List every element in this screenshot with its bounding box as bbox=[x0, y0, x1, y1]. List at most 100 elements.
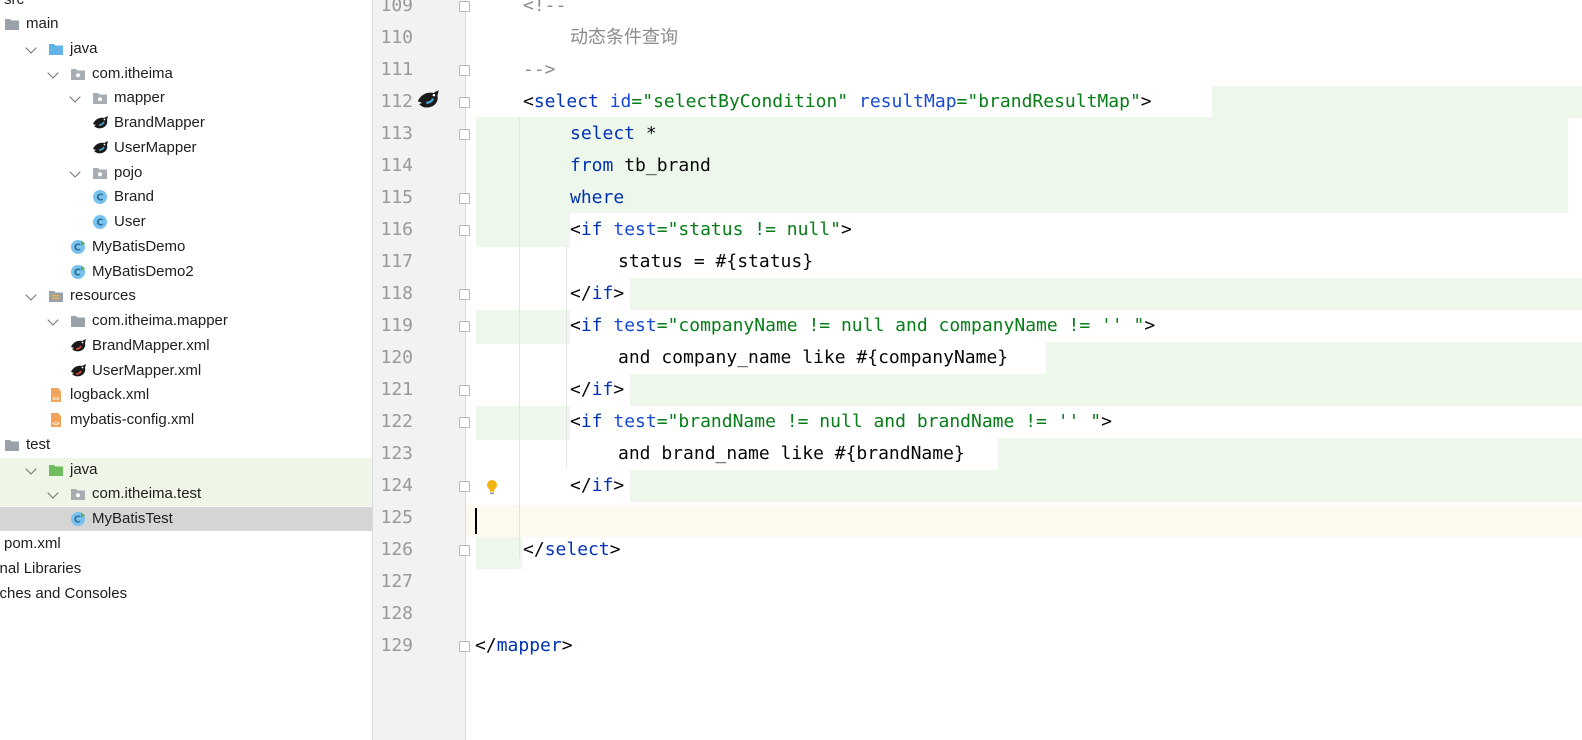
mybatis-bird-icon[interactable] bbox=[416, 89, 441, 118]
fold-marker-icon[interactable] bbox=[459, 129, 470, 140]
code-token: if bbox=[580, 411, 603, 432]
tree-item[interactable]: ternal Libraries bbox=[0, 557, 372, 581]
code-line[interactable]: </if> bbox=[570, 278, 624, 310]
code-line[interactable]: <if test="status != null"> bbox=[570, 214, 852, 246]
tree-item[interactable]: pom.xml bbox=[0, 532, 372, 556]
fold-marker-icon[interactable] bbox=[459, 481, 470, 492]
line-number: 122 bbox=[380, 411, 413, 432]
change-highlight bbox=[476, 310, 570, 344]
tree-item-label: User bbox=[114, 213, 146, 230]
tree-item[interactable]: mapper bbox=[0, 86, 372, 110]
fold-marker-icon[interactable] bbox=[459, 321, 470, 332]
code-line[interactable]: </select> bbox=[523, 534, 621, 566]
tree-item[interactable]: C MyBatisDemo bbox=[0, 235, 372, 259]
tree-item[interactable]: resources bbox=[0, 284, 372, 308]
tree-item[interactable]: C MyBatisTest bbox=[0, 507, 372, 531]
line-number: 125 bbox=[380, 507, 413, 528]
code-line[interactable]: </if> bbox=[570, 470, 624, 502]
chevron-down-icon[interactable] bbox=[25, 463, 37, 475]
change-highlight bbox=[476, 406, 570, 440]
tree-item[interactable]: BrandMapper.xml bbox=[0, 334, 372, 358]
fold-marker-icon[interactable] bbox=[459, 641, 470, 652]
fold-marker-icon[interactable] bbox=[459, 65, 470, 76]
line-number: 112 bbox=[380, 91, 413, 112]
chevron-down-icon[interactable] bbox=[69, 166, 81, 178]
tree-item[interactable]: UserMapper.xml bbox=[0, 359, 372, 383]
code-token: mapper bbox=[496, 635, 562, 656]
chevron-down-icon[interactable] bbox=[47, 67, 59, 79]
fold-marker-icon[interactable] bbox=[459, 193, 470, 204]
line-number: 127 bbox=[380, 571, 413, 592]
tree-item[interactable]: java bbox=[0, 37, 372, 61]
code-token: ="selectByCondition" bbox=[631, 91, 849, 112]
tree-item[interactable]: src bbox=[0, 0, 372, 12]
class-run-icon: C bbox=[70, 239, 86, 255]
fold-marker-icon[interactable] bbox=[459, 289, 470, 300]
code-token: < bbox=[570, 315, 581, 336]
code-line[interactable]: <if test="brandName != null and brandNam… bbox=[570, 406, 1112, 438]
fold-marker-icon[interactable] bbox=[459, 97, 470, 108]
chevron-down-icon[interactable] bbox=[25, 289, 37, 301]
line-number: 114 bbox=[380, 155, 413, 176]
tree-item[interactable]: com.itheima.test bbox=[0, 482, 372, 506]
fold-marker-icon[interactable] bbox=[459, 225, 470, 236]
fold-marker-icon[interactable] bbox=[459, 1, 470, 12]
code-line[interactable]: and company_name like #{companyName} bbox=[618, 342, 1008, 374]
folder-icon bbox=[4, 437, 20, 453]
tree-item[interactable]: C User bbox=[0, 210, 372, 234]
chevron-down-icon[interactable] bbox=[47, 487, 59, 499]
chevron-down-icon[interactable] bbox=[47, 314, 59, 326]
tree-item[interactable]: java bbox=[0, 458, 372, 482]
tree-item[interactable]: <> mybatis-config.xml bbox=[0, 408, 372, 432]
code-token: and company_name like #{companyName} bbox=[618, 347, 1009, 368]
fold-marker-icon[interactable] bbox=[459, 417, 470, 428]
change-highlight bbox=[1212, 86, 1582, 118]
code-line[interactable]: </if> bbox=[570, 374, 624, 406]
bulb-icon[interactable] bbox=[484, 478, 500, 501]
code-line[interactable]: from tb_brand bbox=[570, 150, 711, 182]
tree-item-label: com.itheima.mapper bbox=[92, 312, 228, 329]
tree-item[interactable]: main bbox=[0, 12, 372, 36]
tree-item[interactable]: test bbox=[0, 433, 372, 457]
code-token: ="status != null" bbox=[656, 219, 841, 240]
indent-guide bbox=[519, 118, 520, 558]
code-line[interactable]: <if test="companyName != null and compan… bbox=[570, 310, 1155, 342]
code-line[interactable]: <!-- bbox=[523, 0, 566, 22]
code-line[interactable]: select * bbox=[570, 118, 657, 150]
code-line[interactable]: --> bbox=[523, 54, 556, 86]
project-tree: srcmain java com.itheima mapper BrandMapper U… bbox=[0, 0, 372, 740]
tree-item-label: src bbox=[4, 0, 24, 8]
current-line-highlight bbox=[466, 505, 1582, 537]
tree-item[interactable]: pojo bbox=[0, 161, 372, 185]
fold-marker-icon[interactable] bbox=[459, 385, 470, 396]
code-token: if bbox=[591, 283, 614, 304]
code-line[interactable]: where bbox=[570, 182, 624, 214]
tree-item[interactable]: com.itheima.mapper bbox=[0, 309, 372, 333]
line-number: 126 bbox=[380, 539, 413, 560]
chevron-down-icon[interactable] bbox=[25, 42, 37, 54]
code-line[interactable]: and brand_name like #{brandName} bbox=[618, 438, 965, 470]
fold-marker-icon[interactable] bbox=[459, 545, 470, 556]
chevron-down-icon[interactable] bbox=[69, 91, 81, 103]
tree-item[interactable]: C MyBatisDemo2 bbox=[0, 260, 372, 284]
code-line[interactable]: <select id="selectByCondition" resultMap… bbox=[523, 86, 1152, 118]
tree-item[interactable]: com.itheima bbox=[0, 62, 372, 86]
tree-item[interactable]: UserMapper bbox=[0, 136, 372, 160]
code-line[interactable]: </mapper> bbox=[475, 630, 573, 662]
tree-item-label: ratches and Consoles bbox=[0, 585, 128, 602]
line-number: 111 bbox=[380, 59, 413, 80]
code-line[interactable]: 动态条件查询 bbox=[570, 22, 678, 54]
code-token: where bbox=[570, 187, 625, 208]
indent-guide bbox=[566, 246, 567, 468]
xml-icon: <> bbox=[48, 387, 64, 403]
tree-item[interactable]: C Brand bbox=[0, 185, 372, 209]
tree-item[interactable]: BrandMapper bbox=[0, 111, 372, 135]
tree-item-label: java bbox=[70, 40, 98, 57]
tree-item[interactable]: <> logback.xml bbox=[0, 383, 372, 407]
code-token: ="brandResultMap" bbox=[956, 91, 1141, 112]
code-token: </ bbox=[570, 475, 592, 496]
code-line[interactable]: status = #{status} bbox=[618, 246, 813, 278]
tree-item[interactable]: ratches and Consoles bbox=[0, 582, 372, 606]
